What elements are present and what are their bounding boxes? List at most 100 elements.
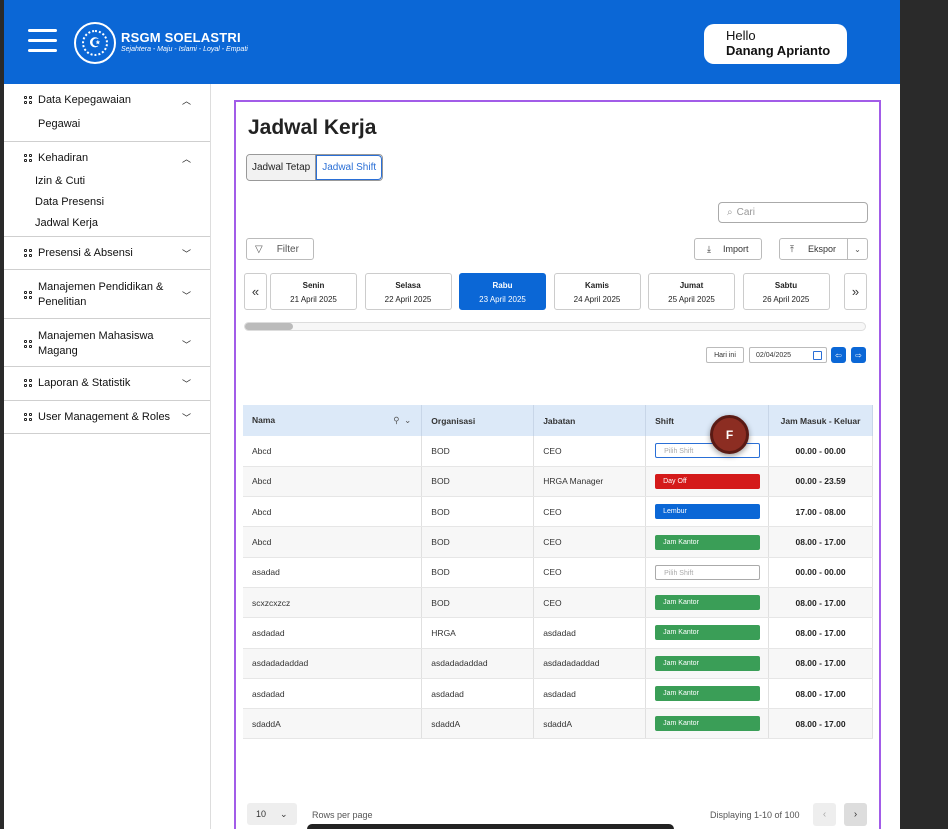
date-field[interactable]: 02/04/2025 (749, 347, 827, 363)
day-tab-senin[interactable]: Senin 21 April 2025 (270, 273, 357, 310)
cell-jabatan: asdadadaddad (533, 648, 647, 679)
day-tab-selasa[interactable]: Selasa 22 April 2025 (364, 273, 452, 310)
shift-select[interactable]: Lembur (655, 504, 761, 520)
search-input[interactable]: ⌕ Cari (718, 202, 868, 223)
chevron-up-icon[interactable]: ︿ (182, 94, 191, 107)
sidebar-group-header[interactable]: Presensi & Absensi ﹀ (4, 237, 210, 259)
prev-week-button[interactable]: « (244, 273, 267, 310)
tab-jadwal-shift[interactable]: Jadwal Shift (316, 155, 383, 180)
avatar[interactable]: F (710, 415, 749, 454)
cell-jabatan: CEO (533, 436, 647, 467)
table-row[interactable]: asdadad HRGA asdadad Jam Kantor 08.00 - 17.0… (243, 617, 873, 649)
table-row[interactable]: Abcd BOD HRGA Manager Day Off 00.00 - 23.59 (243, 466, 873, 498)
chevron-down-icon[interactable]: ﹀ (182, 247, 191, 260)
cell-organisasi: asdadad (421, 678, 535, 710)
column-header-jam[interactable]: Jam Masuk - Keluar (768, 405, 873, 436)
cell-jabatan: CEO (533, 557, 647, 588)
tab-jadwal-tetap[interactable]: Jadwal Tetap (247, 155, 317, 180)
column-header-nama[interactable]: Nama ⚲ ⌄ (243, 405, 423, 436)
top-bar: ☪ RSGM SOELASTRI Sejahtera - Maju - Isla… (4, 0, 900, 84)
cell-shift: Jam Kantor (645, 617, 770, 649)
shift-select[interactable]: Jam Kantor (655, 595, 761, 611)
sidebar-group-header[interactable]: Data Kepegawaian ︿ (4, 84, 210, 106)
day-tab-rabu[interactable]: Rabu 23 April 2025 (459, 273, 546, 310)
cell-shift: Jam Kantor (645, 587, 770, 619)
table-row[interactable]: Abcd BOD CEO Jam Kantor 08.00 - 17.00 (243, 526, 873, 558)
rows-per-page-label: Rows per page (312, 810, 373, 820)
table-row[interactable]: sdaddA sdaddA sdaddA Jam Kantor 08.00 - 17.0… (243, 708, 873, 740)
bottom-overlay-bar (307, 824, 674, 829)
scrollbar-thumb[interactable] (245, 323, 293, 330)
column-header-jabatan[interactable]: Jabatan (533, 405, 647, 436)
next-page-button[interactable]: › (844, 803, 867, 826)
sidebar-group-header[interactable]: Laporan & Statistik ﹀ (4, 367, 210, 389)
export-button[interactable]: ⤒ Ekspor (780, 239, 848, 259)
chevron-down-icon[interactable]: ﹀ (182, 289, 191, 302)
sidebar: Data Kepegawaian ︿ Pegawai Kehadiran ︿ Izin &… (4, 84, 211, 829)
shift-select[interactable]: Jam Kantor (655, 534, 761, 550)
table-row[interactable]: Abcd BOD CEO Lembur 17.00 - 08.00 (243, 496, 873, 528)
sidebar-group: Data Kepegawaian ︿ Pegawai (4, 84, 210, 142)
table-row[interactable]: asdadad asdadad asdadad Jam Kantor 08.00 - 1… (243, 678, 873, 710)
shift-select[interactable]: Jam Kantor (655, 716, 761, 732)
header-label: Nama (252, 415, 276, 425)
shift-select[interactable]: Jam Kantor (655, 625, 761, 641)
sidebar-item[interactable]: Pegawai (38, 118, 80, 130)
sidebar-item[interactable]: Jadwal Kerja (35, 217, 98, 229)
prev-date-icon[interactable]: ⇦ (831, 347, 846, 363)
filter-icon: ▽ (255, 243, 263, 255)
chevron-down-icon: ⌄ (280, 808, 288, 819)
sidebar-group-header[interactable]: User Management & Roles ﹀ (4, 401, 210, 423)
pin-sort-icon[interactable]: ⚲ ⌄ (393, 415, 411, 426)
user-greeting[interactable]: Hello Danang Aprianto (704, 24, 847, 64)
day-name: Rabu (492, 281, 513, 290)
logo: ☪ (74, 22, 116, 64)
sidebar-group-header[interactable]: Manajemen Mahasiswa Magang ﹀ (4, 319, 210, 359)
chevron-down-icon[interactable]: ⌄ (848, 245, 867, 254)
chevron-down-icon[interactable]: ﹀ (182, 377, 191, 390)
shift-select[interactable]: Pilih Shift (655, 564, 761, 580)
cell-jabatan: CEO (533, 496, 647, 528)
cell-shift: Pilih Shift (645, 557, 770, 588)
prev-page-button[interactable]: ‹ (813, 803, 836, 826)
chevron-down-icon[interactable]: ﹀ (182, 338, 191, 351)
hamburger-menu-icon[interactable] (28, 29, 57, 53)
main-panel: Jadwal Kerja Jadwal Tetap Jadwal Shift ⌕… (234, 100, 881, 829)
cell-jam: 17.00 - 08.00 (768, 496, 873, 528)
table-row[interactable]: asadad BOD CEO Pilih Shift 00.00 - 00.00 (243, 557, 873, 588)
table-row[interactable]: scxzcxzcz BOD CEO Jam Kantor 08.00 - 17.00 (243, 587, 873, 619)
sidebar-group-header[interactable]: Manajemen Pendidikan & Penelitian ﹀ (4, 270, 210, 310)
shift-select[interactable]: Jam Kantor (655, 686, 761, 702)
column-header-organisasi[interactable]: Organisasi (421, 405, 535, 436)
cell-organisasi: BOD (421, 496, 535, 528)
sidebar-item[interactable]: Izin & Cuti (35, 175, 85, 187)
day-tab-sabtu[interactable]: Sabtu 26 April 2025 (742, 273, 830, 310)
day-tab-jumat[interactable]: Jumat 25 April 2025 (648, 273, 735, 310)
table-row[interactable]: asdadadaddad asdadadaddad asdadadaddad Jam … (243, 648, 873, 679)
shift-select[interactable]: Jam Kantor (655, 655, 761, 671)
day-name: Selasa (395, 281, 421, 290)
today-button[interactable]: Hari ini (706, 347, 744, 363)
grid-icon (24, 379, 32, 387)
column-header-shift[interactable]: Shift (645, 405, 770, 436)
table-row[interactable]: Abcd BOD CEO Pilih Shift 00.00 - 00.00 (243, 436, 873, 467)
filter-button[interactable]: ▽ Filter (246, 238, 314, 260)
sidebar-group-label: Kehadiran (38, 152, 89, 164)
grid-icon (24, 413, 32, 421)
import-button[interactable]: ⤓ Import (694, 238, 762, 260)
sidebar-group-header[interactable]: Kehadiran ︿ (4, 142, 210, 164)
chevron-up-icon[interactable]: ︿ (182, 152, 191, 165)
rows-per-page-select[interactable]: 10 ⌄ (247, 803, 297, 825)
calendar-icon[interactable] (813, 351, 822, 360)
shift-select[interactable]: Day Off (655, 473, 761, 489)
next-week-button[interactable]: » (844, 273, 867, 310)
sidebar-item[interactable]: Data Presensi (35, 196, 104, 208)
cell-jabatan: asdadad (533, 617, 647, 649)
table-header-row: Nama ⚲ ⌄ Organisasi Jabatan Shift Jam Mas… (243, 405, 873, 436)
cell-nama: asdadad (243, 678, 423, 710)
chevron-down-icon[interactable]: ﹀ (182, 411, 191, 424)
day-tab-kamis[interactable]: Kamis 24 April 2025 (553, 273, 641, 310)
day-date: 22 April 2025 (384, 295, 432, 304)
horizontal-scrollbar[interactable] (244, 322, 866, 331)
next-date-icon[interactable]: ⇨ (851, 347, 866, 363)
